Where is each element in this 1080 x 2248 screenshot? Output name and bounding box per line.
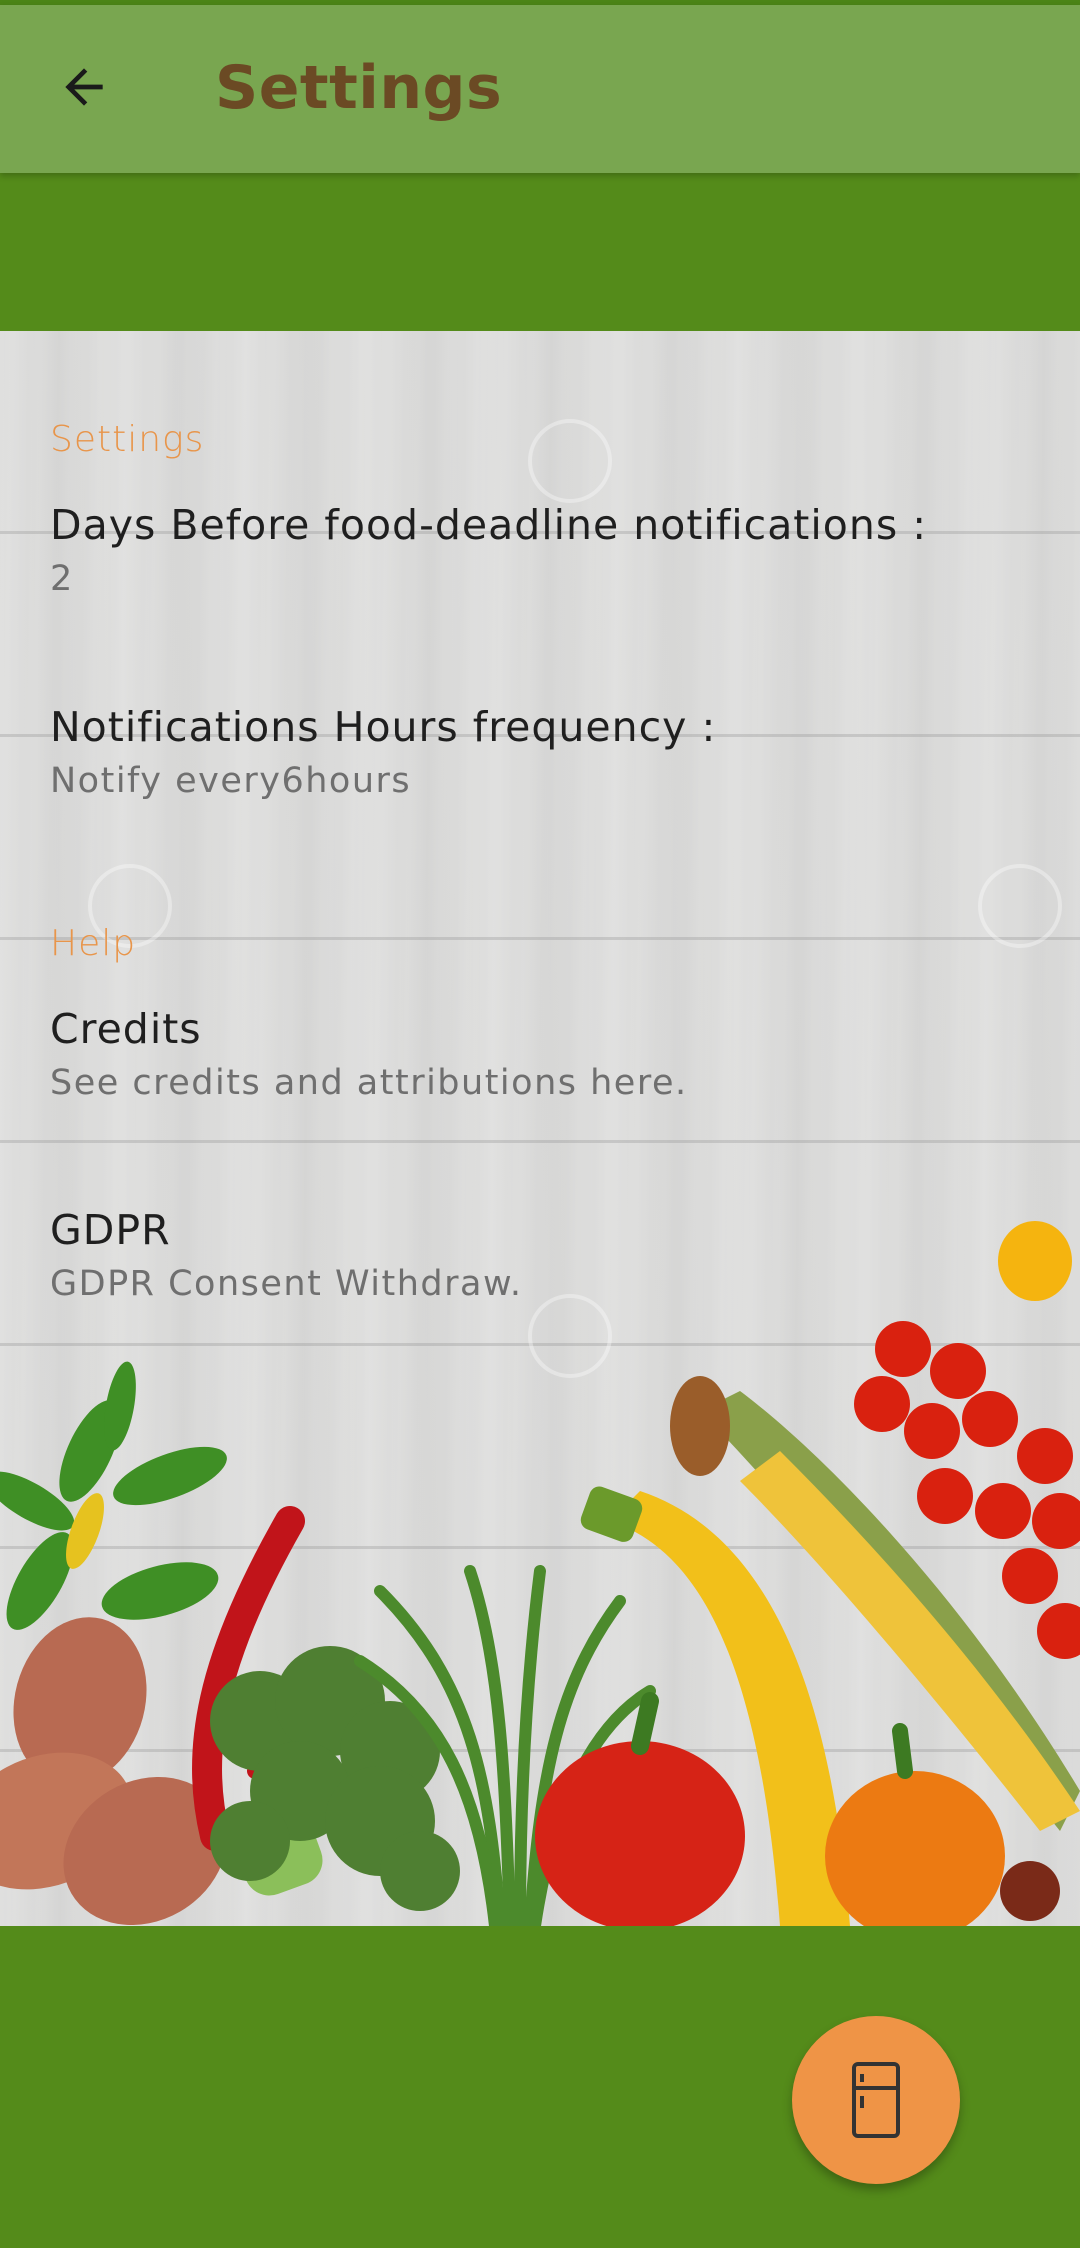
pref-title: GDPR — [50, 1206, 171, 1254]
arrow-left-icon — [65, 68, 103, 106]
pref-title: Credits — [50, 1005, 202, 1053]
settings-content: Settings Days Before food-deadline notif… — [0, 331, 1080, 1926]
fridge-icon — [852, 2062, 900, 2138]
header-band — [0, 173, 1080, 331]
pref-summary: 2 — [50, 559, 74, 599]
section-header-help: Help — [50, 923, 137, 964]
pref-credits[interactable]: Credits See credits and attributions her… — [0, 1005, 1080, 1115]
fridge-fab-button[interactable] — [792, 2016, 960, 2184]
pref-summary: See credits and attributions here. — [50, 1063, 688, 1103]
section-header-settings: Settings — [50, 419, 205, 460]
back-button[interactable] — [40, 43, 128, 131]
pref-title: Days Before food-deadline notifications … — [50, 501, 928, 549]
app-bar: Settings — [0, 5, 1080, 173]
pref-notification-frequency[interactable]: Notifications Hours frequency : Notify e… — [0, 703, 1080, 813]
pref-summary: GDPR Consent Withdraw. — [50, 1264, 523, 1304]
pref-days-before-deadline[interactable]: Days Before food-deadline notifications … — [0, 501, 1080, 611]
pref-title: Notifications Hours frequency : — [50, 703, 717, 751]
pref-gdpr[interactable]: GDPR GDPR Consent Withdraw. — [0, 1206, 1080, 1316]
page-title: Settings — [215, 53, 503, 123]
pref-summary: Notify every6hours — [50, 761, 412, 801]
